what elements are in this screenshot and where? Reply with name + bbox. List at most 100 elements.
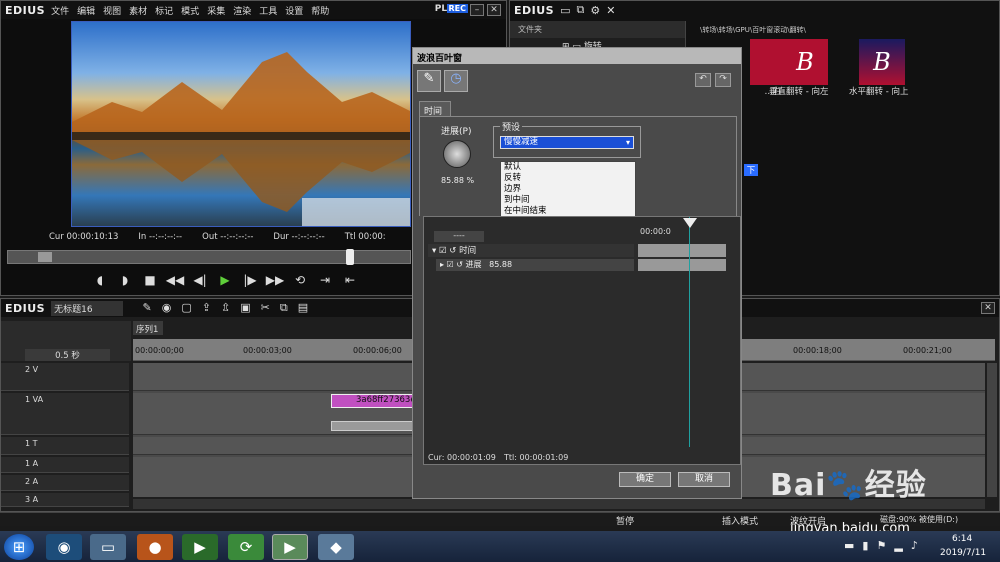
transport-controls: ◖ ◗ ■ ◀◀ ◀| ▶ |▶ ▶▶ ⟲ ⇥ ⇤ bbox=[89, 272, 409, 290]
firefox-icon[interactable]: ● bbox=[137, 534, 173, 560]
copy2-icon[interactable]: ⧉ bbox=[280, 301, 288, 315]
menu-item[interactable]: 采集 bbox=[207, 4, 225, 17]
kf-cursor-marker[interactable] bbox=[683, 218, 697, 228]
timeline-vscroll[interactable] bbox=[987, 363, 997, 497]
chevron-down-icon[interactable]: ▾ bbox=[626, 137, 630, 148]
set-in-icon[interactable]: ◖ bbox=[89, 272, 111, 288]
edius-active-icon[interactable]: ▶ bbox=[272, 534, 308, 560]
scrub-handle[interactable] bbox=[38, 252, 52, 262]
camera-icon[interactable]: ◉ bbox=[162, 301, 172, 315]
notes-app-icon[interactable]: ◆ bbox=[318, 534, 354, 560]
loop-icon[interactable]: ⟲ bbox=[289, 272, 311, 288]
edius-app-icon[interactable]: ▶ bbox=[182, 534, 218, 560]
clock-date[interactable]: 2019/7/11 bbox=[940, 548, 986, 558]
track-name: 1 VA bbox=[25, 395, 44, 404]
cancel-button[interactable]: 取消 bbox=[678, 472, 730, 487]
kf-tree-progress[interactable]: ▸ ☑ ↺ 进展 85.88 bbox=[436, 259, 634, 271]
folder-icon[interactable]: ▭ bbox=[560, 4, 570, 17]
preset-option[interactable]: 边界 bbox=[501, 184, 635, 195]
ok-button[interactable]: 确定 bbox=[619, 472, 671, 487]
paste-icon[interactable]: ▤ bbox=[298, 301, 308, 315]
start-button[interactable]: ⊞ bbox=[4, 534, 34, 560]
status-insert-mode: 插入模式 bbox=[722, 517, 759, 527]
kf-select[interactable]: ---- bbox=[434, 231, 484, 242]
track-name: 2 A bbox=[25, 477, 39, 486]
import-icon[interactable]: ⇪ bbox=[202, 301, 211, 315]
track-header[interactable]: 2 A bbox=[1, 475, 129, 491]
menu-item[interactable]: 渲染 bbox=[233, 4, 251, 17]
step-back-icon[interactable]: ◀| bbox=[189, 272, 211, 288]
close-button[interactable]: ✕ bbox=[487, 4, 501, 16]
progress-knob[interactable] bbox=[443, 140, 471, 168]
video-clip[interactable]: 3a68ff27363e bbox=[331, 394, 413, 408]
save-icon[interactable]: ▣ bbox=[240, 301, 250, 315]
overwrite-icon[interactable]: ⇤ bbox=[339, 272, 361, 288]
minimize-button[interactable]: – bbox=[470, 4, 484, 16]
clock-time[interactable]: 6:14 bbox=[952, 534, 972, 544]
step-forward-icon[interactable]: |▶ bbox=[239, 272, 261, 288]
cur-timecode: Cur 00:00:10:13 bbox=[49, 232, 119, 242]
export-icon[interactable]: ⇫ bbox=[221, 301, 230, 315]
refresh-app-icon[interactable]: ⟳ bbox=[228, 534, 264, 560]
audio-clip[interactable] bbox=[331, 421, 413, 431]
menu-item[interactable]: 视图 bbox=[103, 4, 121, 17]
preset-select[interactable]: 慢慢减速 ▾ bbox=[500, 136, 634, 149]
delete-icon[interactable]: ✕ bbox=[606, 4, 615, 17]
bin-logo: EDIUS bbox=[514, 3, 555, 17]
stop-icon[interactable]: ■ bbox=[139, 272, 161, 288]
fast-forward-icon[interactable]: ▶▶ bbox=[264, 272, 286, 288]
new-icon[interactable]: ▢ bbox=[181, 301, 191, 315]
media-player-icon[interactable]: ◉ bbox=[46, 534, 82, 560]
folder-header: 文件夹 bbox=[510, 21, 685, 38]
signal-icon[interactable]: ▂ bbox=[894, 539, 902, 552]
menu-item[interactable]: 帮助 bbox=[311, 4, 329, 17]
keyboard-icon[interactable]: ▬ bbox=[844, 539, 854, 552]
status-pause: 暂停 bbox=[616, 517, 635, 527]
file-explorer-icon[interactable]: ▭ bbox=[90, 534, 126, 560]
magic-icon[interactable]: ✎ bbox=[143, 301, 152, 315]
track-header[interactable]: 1 A bbox=[1, 457, 129, 473]
menu-item[interactable]: 工具 bbox=[259, 4, 277, 17]
track-header[interactable]: 2 V bbox=[1, 363, 129, 391]
set-out-icon[interactable]: ◗ bbox=[114, 272, 136, 288]
preset-option[interactable]: 到中间 bbox=[501, 195, 635, 206]
volume-icon[interactable]: ♪ bbox=[911, 539, 918, 552]
kf-cursor-line bbox=[689, 217, 690, 447]
track-name: 3 A bbox=[25, 495, 39, 504]
insert-icon[interactable]: ⇥ bbox=[314, 272, 336, 288]
menu-item[interactable]: 编辑 bbox=[77, 4, 95, 17]
undo-icon[interactable]: ↶ bbox=[695, 73, 711, 87]
menu-item[interactable]: 文件 bbox=[51, 4, 69, 17]
scrub-bar[interactable] bbox=[7, 249, 411, 265]
menu-item[interactable]: 标记 bbox=[155, 4, 173, 17]
flag-icon[interactable]: ⚑ bbox=[876, 539, 886, 552]
track-header[interactable]: 1 T bbox=[1, 437, 129, 455]
menu-item[interactable]: 素材 bbox=[129, 4, 147, 17]
zoom-select[interactable]: 0.5 秒 bbox=[25, 349, 110, 361]
clock-icon[interactable]: ◷ bbox=[444, 70, 468, 92]
selected-thumb-label[interactable]: 下 bbox=[744, 164, 758, 176]
copy-icon[interactable]: ⧉ bbox=[577, 3, 585, 17]
menu-item[interactable]: 模式 bbox=[181, 4, 199, 17]
playhead-marker[interactable] bbox=[346, 249, 354, 265]
effect-thumb-horizontal-flip[interactable]: B 水平翻转 - 向上 bbox=[849, 39, 929, 99]
sequence-tab[interactable]: 序列1 bbox=[133, 321, 163, 335]
kf-tree-time[interactable]: ▾ ☑ ↺ 时间 bbox=[428, 244, 634, 257]
redo-icon[interactable]: ↷ bbox=[715, 73, 731, 87]
timeline-close-button[interactable]: ✕ bbox=[981, 302, 995, 314]
play-icon[interactable]: ▶ bbox=[214, 272, 236, 288]
cut-icon[interactable]: ✂ bbox=[261, 301, 270, 315]
wave-blinds-dialog: 波浪百叶窗 ✎ ◷ ↶ ↷ 时间 进展(P) 85.88 % 预设 慢慢减速 ▾… bbox=[412, 47, 742, 499]
menu-item[interactable]: 设置 bbox=[285, 4, 303, 17]
tools-icon[interactable]: ⚙ bbox=[590, 4, 600, 17]
usb-icon[interactable]: ▮ bbox=[862, 539, 868, 552]
track-header[interactable]: 3 A bbox=[1, 493, 129, 507]
effect-thumb-vertical-flip[interactable]: B 垂直翻转 - 向左 bbox=[769, 39, 852, 99]
preset-option[interactable]: 反转 bbox=[501, 173, 635, 184]
tab-time[interactable]: 时间 bbox=[419, 101, 451, 117]
rec-label[interactable]: REC bbox=[446, 4, 468, 13]
rewind-icon[interactable]: ◀◀ bbox=[164, 272, 186, 288]
wand-icon[interactable]: ✎ bbox=[417, 70, 441, 92]
track-header[interactable]: 1 VA bbox=[1, 393, 129, 435]
preset-option[interactable]: 默认 bbox=[501, 162, 635, 173]
